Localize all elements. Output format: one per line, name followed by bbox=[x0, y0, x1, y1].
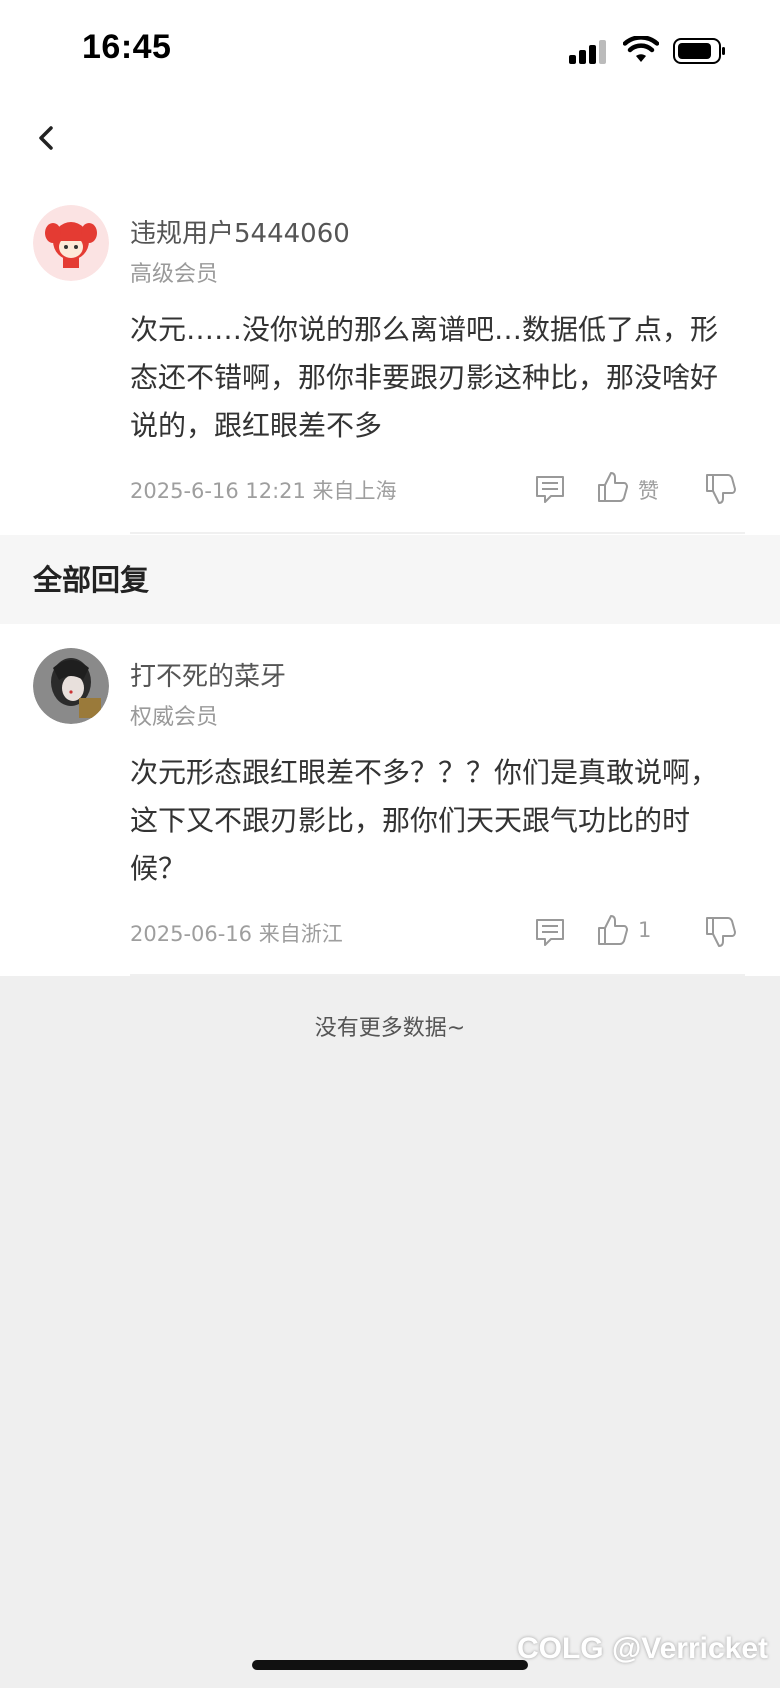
comment-icon[interactable] bbox=[533, 472, 567, 506]
all-replies-header: 全部回复 bbox=[0, 535, 780, 624]
section-title: 全部回复 bbox=[33, 563, 150, 597]
reply-thumbs-down-icon[interactable] bbox=[704, 915, 738, 949]
reply-comment-icon[interactable] bbox=[533, 915, 567, 949]
status-time: 16:45 bbox=[82, 28, 172, 66]
thumbs-down-icon[interactable] bbox=[704, 472, 738, 506]
reply-like-count[interactable]: 1 bbox=[638, 918, 651, 942]
home-indicator[interactable] bbox=[252, 1660, 528, 1670]
avatar[interactable] bbox=[33, 205, 109, 281]
main-user-level: 高级会员 bbox=[130, 262, 219, 287]
status-bar: 16:45 bbox=[0, 0, 780, 100]
reply-thumbs-up-icon[interactable] bbox=[596, 913, 630, 947]
reply-avatar[interactable] bbox=[33, 648, 109, 724]
cellular-signal-icon bbox=[569, 40, 609, 64]
no-more-data-label: 没有更多数据~ bbox=[314, 1016, 466, 1041]
divider bbox=[130, 532, 745, 534]
main-comment-text: 次元……没你说的那么离谱吧…数据低了点，形态还不错啊，那你非要跟刃影这种比，那没… bbox=[130, 313, 719, 442]
reply-username[interactable]: 打不死的菜牙 bbox=[130, 656, 286, 693]
reply-divider bbox=[130, 974, 745, 976]
back-chevron-icon[interactable] bbox=[30, 118, 66, 158]
main-comment-meta: 2025-6-16 12:21 来自上海 bbox=[130, 479, 397, 503]
reply-meta: 2025-06-16 来自浙江 bbox=[130, 922, 343, 946]
watermark: COLG @Verricket bbox=[516, 1632, 768, 1665]
reply-user-level: 权威会员 bbox=[130, 705, 219, 730]
main-username[interactable]: 违规用户5444060 bbox=[130, 213, 350, 250]
wifi-icon bbox=[623, 36, 659, 62]
reply-text: 次元形态跟红眼差不多？？？你们是真敢说啊，这下又不跟刃影比，那你们天天跟气功比的… bbox=[130, 756, 719, 885]
thumbs-up-icon[interactable] bbox=[596, 470, 630, 504]
battery-icon bbox=[673, 38, 725, 64]
like-label[interactable]: 赞 bbox=[638, 475, 659, 505]
